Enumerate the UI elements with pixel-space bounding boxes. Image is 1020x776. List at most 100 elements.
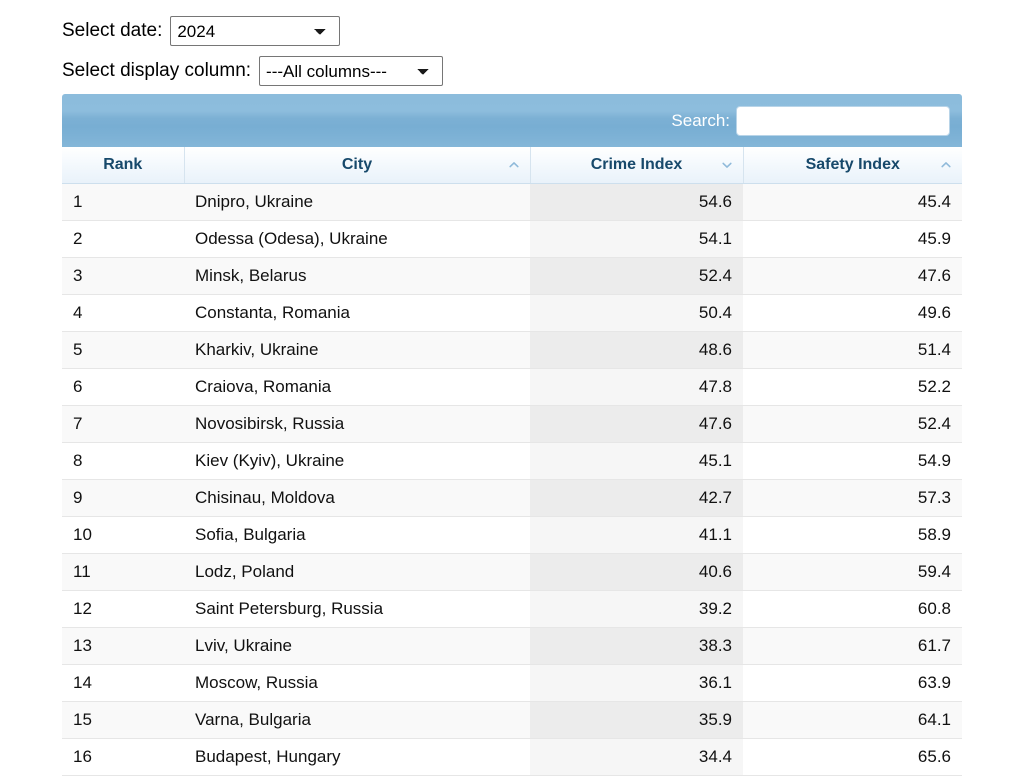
cell-crime: 54.1 [530, 220, 743, 257]
cell-crime: 34.4 [530, 738, 743, 775]
display-column-filter-label: Select display column: [62, 60, 251, 82]
cell-safety: 47.6 [743, 257, 962, 294]
cell-crime: 54.6 [530, 183, 743, 220]
table-header-row: Rank City Crime Index [62, 147, 962, 183]
cell-rank: 7 [62, 405, 184, 442]
cell-safety: 57.3 [743, 479, 962, 516]
column-header-rank[interactable]: Rank [62, 147, 184, 183]
table-row: 4Constanta, Romania50.449.6 [62, 294, 962, 331]
search-input[interactable] [736, 106, 950, 136]
cell-crime: 48.6 [530, 331, 743, 368]
cell-safety: 61.7 [743, 627, 962, 664]
filter-controls: Select date: 2024 Select display column:… [0, 0, 1020, 88]
table-row: 2Odessa (Odesa), Ukraine54.145.9 [62, 220, 962, 257]
cell-rank: 13 [62, 627, 184, 664]
cell-rank: 2 [62, 220, 184, 257]
cell-crime: 39.2 [530, 590, 743, 627]
cell-safety: 51.4 [743, 331, 962, 368]
cell-rank: 10 [62, 516, 184, 553]
table-row: 5Kharkiv, Ukraine48.651.4 [62, 331, 962, 368]
cell-safety: 49.6 [743, 294, 962, 331]
cell-rank: 6 [62, 368, 184, 405]
cell-city: Kharkiv, Ukraine [184, 331, 530, 368]
cell-rank: 12 [62, 590, 184, 627]
date-filter-label: Select date: [62, 20, 162, 42]
cell-safety: 58.9 [743, 516, 962, 553]
cell-crime: 41.1 [530, 516, 743, 553]
column-header-safety-index-label: Safety Index [755, 156, 952, 174]
cell-crime: 45.1 [530, 442, 743, 479]
cell-crime: 35.9 [530, 701, 743, 738]
table-body: 1Dnipro, Ukraine54.645.42Odessa (Odesa),… [62, 183, 962, 775]
table-row: 11Lodz, Poland40.659.4 [62, 553, 962, 590]
column-header-city-label: City [196, 156, 519, 174]
cell-city: Sofia, Bulgaria [184, 516, 530, 553]
cell-safety: 45.9 [743, 220, 962, 257]
cell-safety: 54.9 [743, 442, 962, 479]
crime-index-table: Rank City Crime Index [62, 147, 962, 776]
cell-crime: 50.4 [530, 294, 743, 331]
cell-rank: 9 [62, 479, 184, 516]
cell-city: Varna, Bulgaria [184, 701, 530, 738]
cell-city: Lviv, Ukraine [184, 627, 530, 664]
cell-safety: 64.1 [743, 701, 962, 738]
cell-city: Constanta, Romania [184, 294, 530, 331]
table-row: 15Varna, Bulgaria35.964.1 [62, 701, 962, 738]
cell-rank: 11 [62, 553, 184, 590]
table-row: 10Sofia, Bulgaria41.158.9 [62, 516, 962, 553]
cell-rank: 8 [62, 442, 184, 479]
search-area: Search: [671, 106, 962, 136]
column-header-crime-index[interactable]: Crime Index [530, 147, 743, 183]
cell-crime: 42.7 [530, 479, 743, 516]
cell-city: Novosibirsk, Russia [184, 405, 530, 442]
cell-city: Minsk, Belarus [184, 257, 530, 294]
table-row: 9Chisinau, Moldova42.757.3 [62, 479, 962, 516]
cell-city: Kiev (Kyiv), Ukraine [184, 442, 530, 479]
table-row: 16Budapest, Hungary34.465.6 [62, 738, 962, 775]
table-row: 14Moscow, Russia36.163.9 [62, 664, 962, 701]
cell-crime: 47.8 [530, 368, 743, 405]
table-row: 1Dnipro, Ukraine54.645.4 [62, 183, 962, 220]
cell-crime: 38.3 [530, 627, 743, 664]
cell-safety: 52.4 [743, 405, 962, 442]
cell-rank: 16 [62, 738, 184, 775]
table-row: 12Saint Petersburg, Russia39.260.8 [62, 590, 962, 627]
cell-rank: 15 [62, 701, 184, 738]
cell-city: Craiova, Romania [184, 368, 530, 405]
cell-safety: 60.8 [743, 590, 962, 627]
cell-crime: 52.4 [530, 257, 743, 294]
cell-crime: 40.6 [530, 553, 743, 590]
table-row: 13Lviv, Ukraine38.361.7 [62, 627, 962, 664]
cell-rank: 4 [62, 294, 184, 331]
date-filter-row: Select date: 2024 [62, 14, 1020, 48]
table-header: Rank City Crime Index [62, 147, 962, 183]
table-row: 8Kiev (Kyiv), Ukraine45.154.9 [62, 442, 962, 479]
cell-safety: 63.9 [743, 664, 962, 701]
table-row: 6Craiova, Romania47.852.2 [62, 368, 962, 405]
column-header-crime-index-label: Crime Index [542, 156, 732, 174]
cell-rank: 3 [62, 257, 184, 294]
cell-city: Budapest, Hungary [184, 738, 530, 775]
search-label: Search: [671, 111, 730, 131]
column-header-safety-index[interactable]: Safety Index [743, 147, 962, 183]
cell-city: Dnipro, Ukraine [184, 183, 530, 220]
display-column-select[interactable]: ---All columns--- [259, 56, 443, 86]
table-row: 7Novosibirsk, Russia47.652.4 [62, 405, 962, 442]
cell-crime: 36.1 [530, 664, 743, 701]
cell-city: Saint Petersburg, Russia [184, 590, 530, 627]
cell-city: Odessa (Odesa), Ukraine [184, 220, 530, 257]
cell-safety: 45.4 [743, 183, 962, 220]
table-row: 3Minsk, Belarus52.447.6 [62, 257, 962, 294]
display-column-filter-row: Select display column: ---All columns--- [62, 54, 1020, 88]
cell-crime: 47.6 [530, 405, 743, 442]
cell-city: Moscow, Russia [184, 664, 530, 701]
date-select[interactable]: 2024 [170, 16, 340, 46]
cell-rank: 14 [62, 664, 184, 701]
cell-safety: 65.6 [743, 738, 962, 775]
cell-rank: 5 [62, 331, 184, 368]
cell-safety: 52.2 [743, 368, 962, 405]
datatable-wrapper: Search: Rank City [62, 94, 962, 776]
datatable-toolbar: Search: [62, 94, 962, 147]
column-header-city[interactable]: City [184, 147, 530, 183]
cell-rank: 1 [62, 183, 184, 220]
